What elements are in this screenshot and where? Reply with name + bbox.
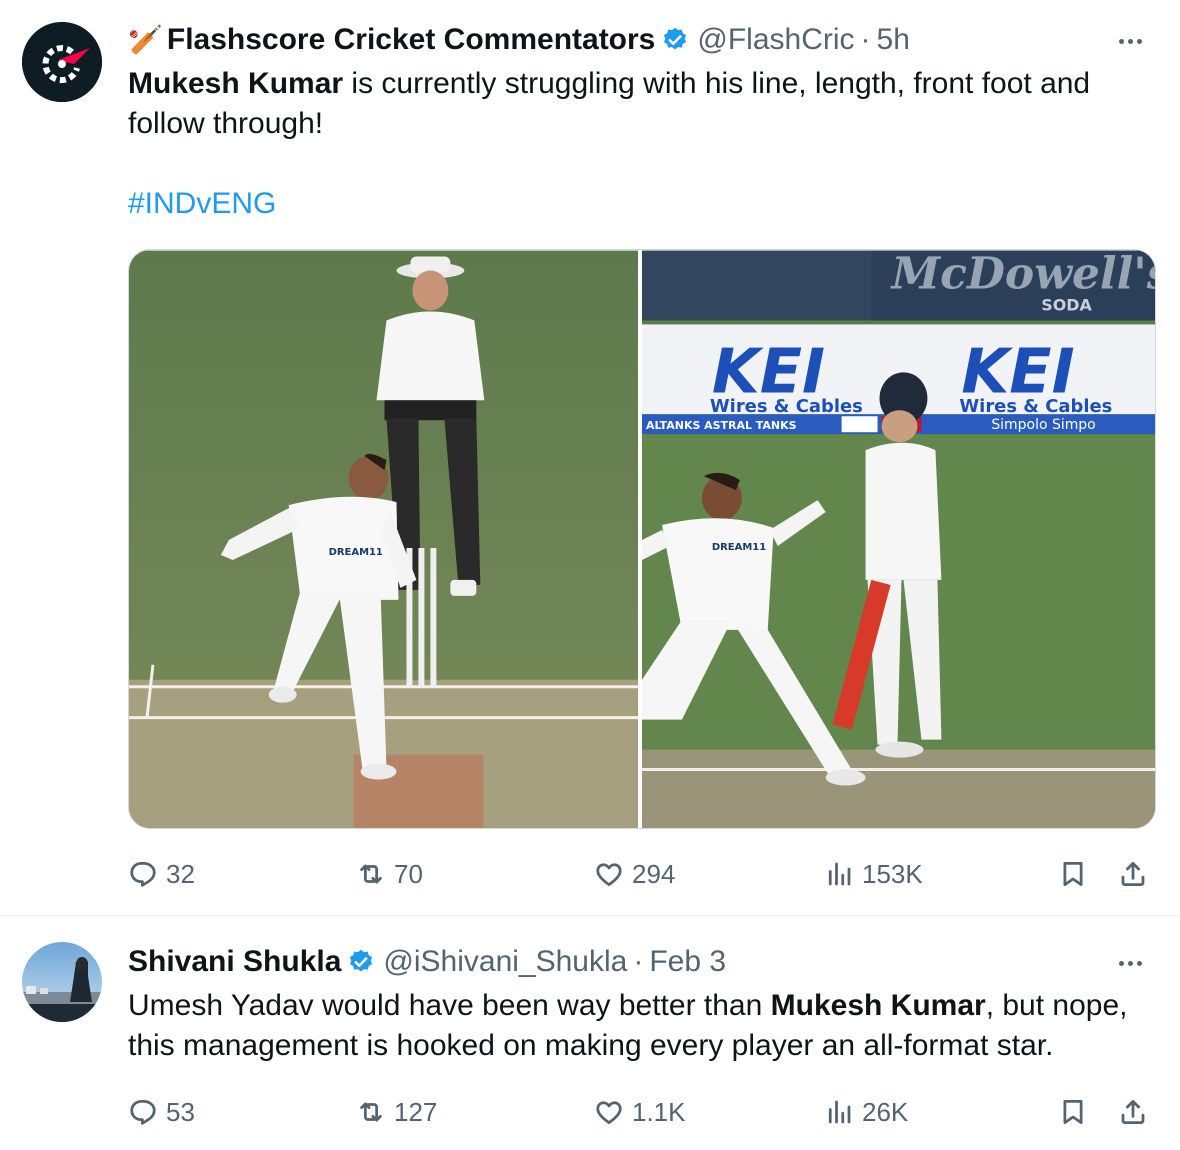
like-count: 1.1K: [632, 1096, 686, 1127]
mention-bold: Mukesh Kumar: [128, 67, 344, 100]
repost-count: 70: [394, 858, 423, 889]
bookmark-icon: [1063, 862, 1083, 886]
reply-count: 32: [166, 858, 195, 889]
media-image-left[interactable]: DREAM11: [129, 250, 638, 829]
reply-button[interactable]: 53: [128, 1090, 195, 1134]
views-icon: [828, 862, 851, 886]
tweet-actions: 32 70 294 153K: [128, 852, 1158, 896]
repost-button[interactable]: 127: [356, 1090, 437, 1134]
tweet-text-line2: follow through!: [128, 107, 324, 140]
author-handle[interactable]: @iShivani_Shukla: [383, 944, 627, 980]
tweet-flashcric[interactable]: 🏏 Flashscore Cricket Commentators @Flash…: [0, 0, 1180, 915]
like-button[interactable]: 1.1K: [594, 1090, 686, 1134]
repost-count: 127: [394, 1096, 438, 1127]
svg-text:ALTANKS ASTRAL TANKS: ALTANKS ASTRAL TANKS: [646, 419, 797, 432]
author-name[interactable]: Flashscore Cricket Commentators: [167, 22, 656, 58]
share-icon: [1121, 862, 1145, 886]
views-icon: [828, 1100, 851, 1124]
ad-mcdowells-text: McDowell's: [890, 250, 1155, 299]
views-count: 153K: [862, 858, 923, 889]
tweet-shivani[interactable]: Shivani Shukla @iShivani_Shukla · Feb 3 …: [0, 916, 1180, 1150]
tweet-text: Umesh Yadav would have been way better t…: [128, 986, 1158, 1066]
author-emoji: 🏏: [128, 24, 163, 55]
author-handle[interactable]: @FlashCric: [697, 22, 854, 58]
bookmark-icon: [1063, 1100, 1083, 1124]
verified-icon: [664, 27, 687, 50]
repost-button[interactable]: 70: [356, 852, 423, 896]
timestamp[interactable]: Feb 3: [649, 944, 726, 980]
svg-text:Simpolo Simpo: Simpolo Simpo: [991, 417, 1095, 433]
separator-dot: ·: [860, 23, 871, 56]
more-icon[interactable]: [1110, 26, 1150, 56]
reply-icon: [130, 862, 156, 887]
reply-icon: [130, 1100, 156, 1125]
repost-icon: [360, 1102, 382, 1122]
avatar-flashscore[interactable]: [22, 22, 102, 102]
media-image-right[interactable]: McDowell's SODA KEI KEI Wires & Cables W…: [642, 250, 1155, 829]
tweet-text-1b: , but nope,: [985, 989, 1128, 1022]
flashscore-logo-icon: [22, 22, 102, 102]
avatar-shivani[interactable]: [22, 942, 102, 1022]
tweet-text: Mukesh Kumar is currently struggling wit…: [128, 64, 1148, 144]
svg-text:Wires & Cables: Wires & Cables: [710, 396, 863, 417]
reply-button[interactable]: 32: [128, 852, 195, 896]
author-name[interactable]: Shivani Shukla: [128, 944, 341, 980]
tweet-text-line2: this management is hooked on making ever…: [128, 1029, 1054, 1062]
bookmark-button[interactable]: [1058, 852, 1096, 896]
mention-bold: Mukesh Kumar: [770, 989, 986, 1022]
views-count: 26K: [862, 1096, 909, 1127]
tweet-text-1a: Umesh Yadav would have been way better t…: [128, 989, 771, 1022]
verified-icon: [350, 949, 373, 972]
like-icon: [596, 863, 622, 886]
hashtag-link[interactable]: #INDvENG: [128, 184, 276, 224]
share-button[interactable]: [1118, 1090, 1156, 1134]
ad-soda-text: SODA: [1041, 295, 1092, 314]
tweet-text-line1: is currently struggling with his line, l…: [343, 67, 1091, 100]
timestamp[interactable]: 5h: [877, 22, 910, 58]
like-icon: [596, 1101, 622, 1124]
share-icon: [1121, 1100, 1145, 1124]
like-button[interactable]: 294: [594, 852, 675, 896]
views-button[interactable]: 153K: [824, 852, 923, 896]
like-count: 294: [632, 858, 676, 889]
profile-photo-icon: [22, 942, 102, 1022]
more-icon[interactable]: [1110, 948, 1150, 978]
svg-text:DREAM11: DREAM11: [329, 547, 383, 558]
svg-text:Wires & Cables: Wires & Cables: [959, 396, 1112, 417]
reply-count: 53: [166, 1096, 195, 1127]
tweet-actions: 53 127 1.1K 26K: [128, 1090, 1158, 1134]
views-button[interactable]: 26K: [824, 1090, 908, 1134]
tweet-media[interactable]: DREAM11 McDowell's SODA KEI KEI Wires & …: [128, 249, 1156, 829]
bookmark-button[interactable]: [1058, 1090, 1096, 1134]
svg-text:DREAM11: DREAM11: [712, 542, 766, 553]
repost-icon: [360, 864, 382, 884]
separator-dot: ·: [633, 945, 644, 978]
share-button[interactable]: [1118, 852, 1156, 896]
